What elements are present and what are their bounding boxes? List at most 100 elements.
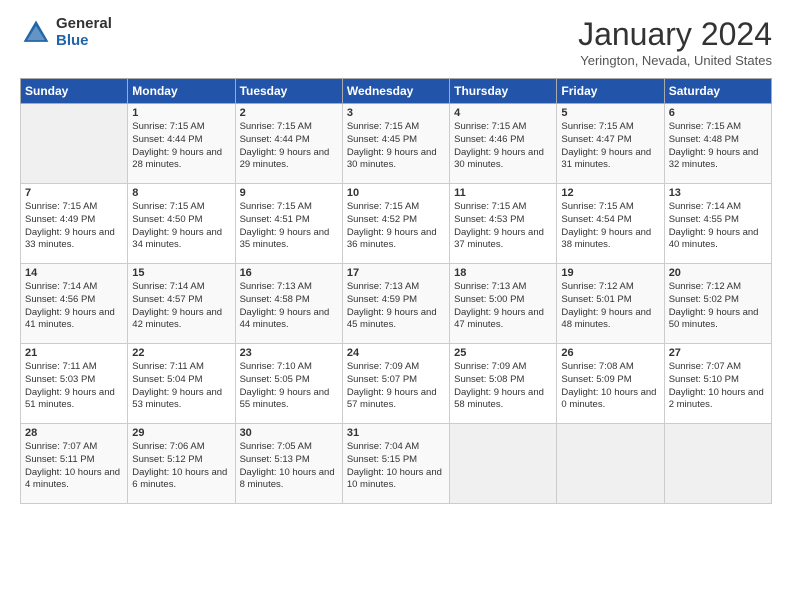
day-cell: 12 Sunrise: 7:15 AM Sunset: 4:54 PM Dayli…	[557, 184, 664, 264]
day-number: 6	[669, 107, 767, 119]
title-block: January 2024 Yerington, Nevada, United S…	[578, 16, 772, 68]
day-info: Sunrise: 7:08 AM Sunset: 5:09 PM Dayligh…	[561, 361, 659, 412]
calendar-table: SundayMondayTuesdayWednesdayThursdayFrid…	[20, 78, 772, 504]
day-info: Sunrise: 7:15 AM Sunset: 4:54 PM Dayligh…	[561, 201, 659, 252]
day-number: 2	[240, 107, 338, 119]
day-info: Sunrise: 7:15 AM Sunset: 4:53 PM Dayligh…	[454, 201, 552, 252]
day-info: Sunrise: 7:15 AM Sunset: 4:51 PM Dayligh…	[240, 201, 338, 252]
day-cell: 11 Sunrise: 7:15 AM Sunset: 4:53 PM Dayli…	[450, 184, 557, 264]
day-cell: 18 Sunrise: 7:13 AM Sunset: 5:00 PM Dayli…	[450, 264, 557, 344]
day-info: Sunrise: 7:12 AM Sunset: 5:02 PM Dayligh…	[669, 281, 767, 332]
calendar-subtitle: Yerington, Nevada, United States	[578, 53, 772, 68]
week-row-5: 28Sunrise: 7:07 AM Sunset: 5:11 PM Dayli…	[21, 424, 772, 504]
header-cell-monday: Monday	[128, 79, 235, 104]
day-cell: 7 Sunrise: 7:15 AM Sunset: 4:49 PM Daylig…	[21, 184, 128, 264]
day-cell	[450, 424, 557, 504]
header-cell-saturday: Saturday	[664, 79, 771, 104]
day-info: Sunrise: 7:14 AM Sunset: 4:56 PM Dayligh…	[25, 281, 123, 332]
day-info: Sunrise: 7:07 AM Sunset: 5:10 PM Dayligh…	[669, 361, 767, 412]
logo-general-text: General	[56, 16, 112, 33]
header-cell-sunday: Sunday	[21, 79, 128, 104]
day-info: Sunrise: 7:04 AM Sunset: 5:15 PM Dayligh…	[347, 441, 445, 492]
day-cell: 31 Sunrise: 7:04 AM Sunset: 5:15 PM Dayli…	[342, 424, 449, 504]
day-info: Sunrise: 7:11 AM Sunset: 5:03 PM Dayligh…	[25, 361, 123, 412]
day-number: 20	[669, 267, 767, 279]
day-number: 16	[240, 267, 338, 279]
day-cell: 13 Sunrise: 7:14 AM Sunset: 4:55 PM Dayli…	[664, 184, 771, 264]
day-cell: 1 Sunrise: 7:15 AM Sunset: 4:44 PM Daylig…	[128, 104, 235, 184]
day-cell: 2 Sunrise: 7:15 AM Sunset: 4:44 PM Daylig…	[235, 104, 342, 184]
day-number: 1	[132, 107, 230, 119]
day-cell: 20 Sunrise: 7:12 AM Sunset: 5:02 PM Dayli…	[664, 264, 771, 344]
day-cell: 14 Sunrise: 7:14 AM Sunset: 4:56 PM Dayli…	[21, 264, 128, 344]
day-info: Sunrise: 7:09 AM Sunset: 5:08 PM Dayligh…	[454, 361, 552, 412]
logo-blue-text: Blue	[56, 33, 112, 50]
day-info: Sunrise: 7:12 AM Sunset: 5:01 PM Dayligh…	[561, 281, 659, 332]
day-number: 30	[240, 427, 338, 439]
day-cell: 23 Sunrise: 7:10 AM Sunset: 5:05 PM Dayli…	[235, 344, 342, 424]
day-cell: 6 Sunrise: 7:15 AM Sunset: 4:48 PM Daylig…	[664, 104, 771, 184]
day-info: Sunrise: 7:10 AM Sunset: 5:05 PM Dayligh…	[240, 361, 338, 412]
day-number: 9	[240, 187, 338, 199]
day-info: Sunrise: 7:15 AM Sunset: 4:46 PM Dayligh…	[454, 121, 552, 172]
week-row-3: 14 Sunrise: 7:14 AM Sunset: 4:56 PM Dayli…	[21, 264, 772, 344]
logo-icon	[20, 17, 52, 49]
day-cell: 29Sunrise: 7:06 AM Sunset: 5:12 PM Dayli…	[128, 424, 235, 504]
day-number: 24	[347, 347, 445, 359]
day-number: 10	[347, 187, 445, 199]
week-row-4: 21 Sunrise: 7:11 AM Sunset: 5:03 PM Dayli…	[21, 344, 772, 424]
day-info: Sunrise: 7:15 AM Sunset: 4:48 PM Dayligh…	[669, 121, 767, 172]
logo: General Blue	[20, 16, 112, 49]
header-cell-thursday: Thursday	[450, 79, 557, 104]
calendar-title: January 2024	[578, 16, 772, 53]
day-number: 27	[669, 347, 767, 359]
day-number: 21	[25, 347, 123, 359]
day-info: Sunrise: 7:13 AM Sunset: 5:00 PM Dayligh…	[454, 281, 552, 332]
day-info: Sunrise: 7:15 AM Sunset: 4:47 PM Dayligh…	[561, 121, 659, 172]
day-info: Sunrise: 7:13 AM Sunset: 4:58 PM Dayligh…	[240, 281, 338, 332]
day-info: Sunrise: 7:15 AM Sunset: 4:45 PM Dayligh…	[347, 121, 445, 172]
header-row: SundayMondayTuesdayWednesdayThursdayFrid…	[21, 79, 772, 104]
day-number: 29	[132, 427, 230, 439]
page: General Blue January 2024 Yerington, Nev…	[0, 0, 792, 514]
day-cell	[557, 424, 664, 504]
day-info: Sunrise: 7:15 AM Sunset: 4:52 PM Dayligh…	[347, 201, 445, 252]
day-number: 19	[561, 267, 659, 279]
day-cell: 10 Sunrise: 7:15 AM Sunset: 4:52 PM Dayli…	[342, 184, 449, 264]
day-info: Sunrise: 7:15 AM Sunset: 4:49 PM Dayligh…	[25, 201, 123, 252]
day-number: 4	[454, 107, 552, 119]
day-info: Sunrise: 7:15 AM Sunset: 4:44 PM Dayligh…	[132, 121, 230, 172]
day-number: 18	[454, 267, 552, 279]
day-cell: 28Sunrise: 7:07 AM Sunset: 5:11 PM Dayli…	[21, 424, 128, 504]
day-cell: 30Sunrise: 7:05 AM Sunset: 5:13 PM Dayli…	[235, 424, 342, 504]
day-info: Sunrise: 7:09 AM Sunset: 5:07 PM Dayligh…	[347, 361, 445, 412]
logo-text: General Blue	[56, 16, 112, 49]
day-number: 15	[132, 267, 230, 279]
day-number: 12	[561, 187, 659, 199]
day-info: Sunrise: 7:15 AM Sunset: 4:44 PM Dayligh…	[240, 121, 338, 172]
day-number: 13	[669, 187, 767, 199]
day-number: 5	[561, 107, 659, 119]
day-number: 28	[25, 427, 123, 439]
day-number: 31	[347, 427, 445, 439]
day-cell: 9 Sunrise: 7:15 AM Sunset: 4:51 PM Daylig…	[235, 184, 342, 264]
day-cell	[21, 104, 128, 184]
week-row-2: 7 Sunrise: 7:15 AM Sunset: 4:49 PM Daylig…	[21, 184, 772, 264]
day-number: 25	[454, 347, 552, 359]
day-number: 7	[25, 187, 123, 199]
header-cell-tuesday: Tuesday	[235, 79, 342, 104]
header-cell-friday: Friday	[557, 79, 664, 104]
day-number: 3	[347, 107, 445, 119]
day-number: 14	[25, 267, 123, 279]
day-cell: 24 Sunrise: 7:09 AM Sunset: 5:07 PM Dayli…	[342, 344, 449, 424]
day-info: Sunrise: 7:11 AM Sunset: 5:04 PM Dayligh…	[132, 361, 230, 412]
day-cell: 15Sunrise: 7:14 AM Sunset: 4:57 PM Dayli…	[128, 264, 235, 344]
day-cell	[664, 424, 771, 504]
day-number: 11	[454, 187, 552, 199]
day-number: 8	[132, 187, 230, 199]
day-number: 22	[132, 347, 230, 359]
day-number: 23	[240, 347, 338, 359]
week-row-1: 1 Sunrise: 7:15 AM Sunset: 4:44 PM Daylig…	[21, 104, 772, 184]
day-info: Sunrise: 7:14 AM Sunset: 4:55 PM Dayligh…	[669, 201, 767, 252]
day-cell: 19 Sunrise: 7:12 AM Sunset: 5:01 PM Dayli…	[557, 264, 664, 344]
